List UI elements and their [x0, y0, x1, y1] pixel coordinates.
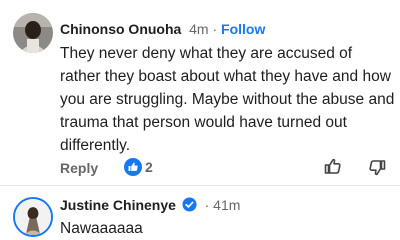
- follow-button[interactable]: Follow: [221, 21, 265, 37]
- avatar[interactable]: [13, 13, 53, 53]
- verified-badge-icon: [182, 197, 197, 212]
- comment-header: Chinonso Onuoha 4m · Follow: [60, 21, 265, 37]
- comment-item: Chinonso Onuoha 4m · Follow They never d…: [0, 0, 400, 185]
- comment-text: Nawaaaaaa: [60, 220, 143, 237]
- comment-time: 4m ·: [189, 21, 218, 37]
- thumbs-up-icon[interactable]: [323, 156, 343, 176]
- reaction-count: 2: [145, 159, 153, 175]
- author-name[interactable]: Chinonso Onuoha: [60, 21, 181, 37]
- reaction-summary[interactable]: 2: [124, 158, 153, 176]
- thumbs-down-icon[interactable]: [367, 158, 387, 178]
- comment-text: They never deny what they are accused of…: [60, 45, 395, 154]
- comment-time: · 41m: [200, 197, 241, 213]
- reply-button[interactable]: Reply: [60, 160, 98, 176]
- comment-item: Justine Chinenye · 41m Nawaaaaaa: [0, 185, 400, 240]
- comment-header: Justine Chinenye · 41m: [60, 197, 240, 213]
- like-reaction-icon: [124, 158, 142, 176]
- avatar[interactable]: [13, 197, 53, 237]
- author-name[interactable]: Justine Chinenye: [60, 197, 176, 213]
